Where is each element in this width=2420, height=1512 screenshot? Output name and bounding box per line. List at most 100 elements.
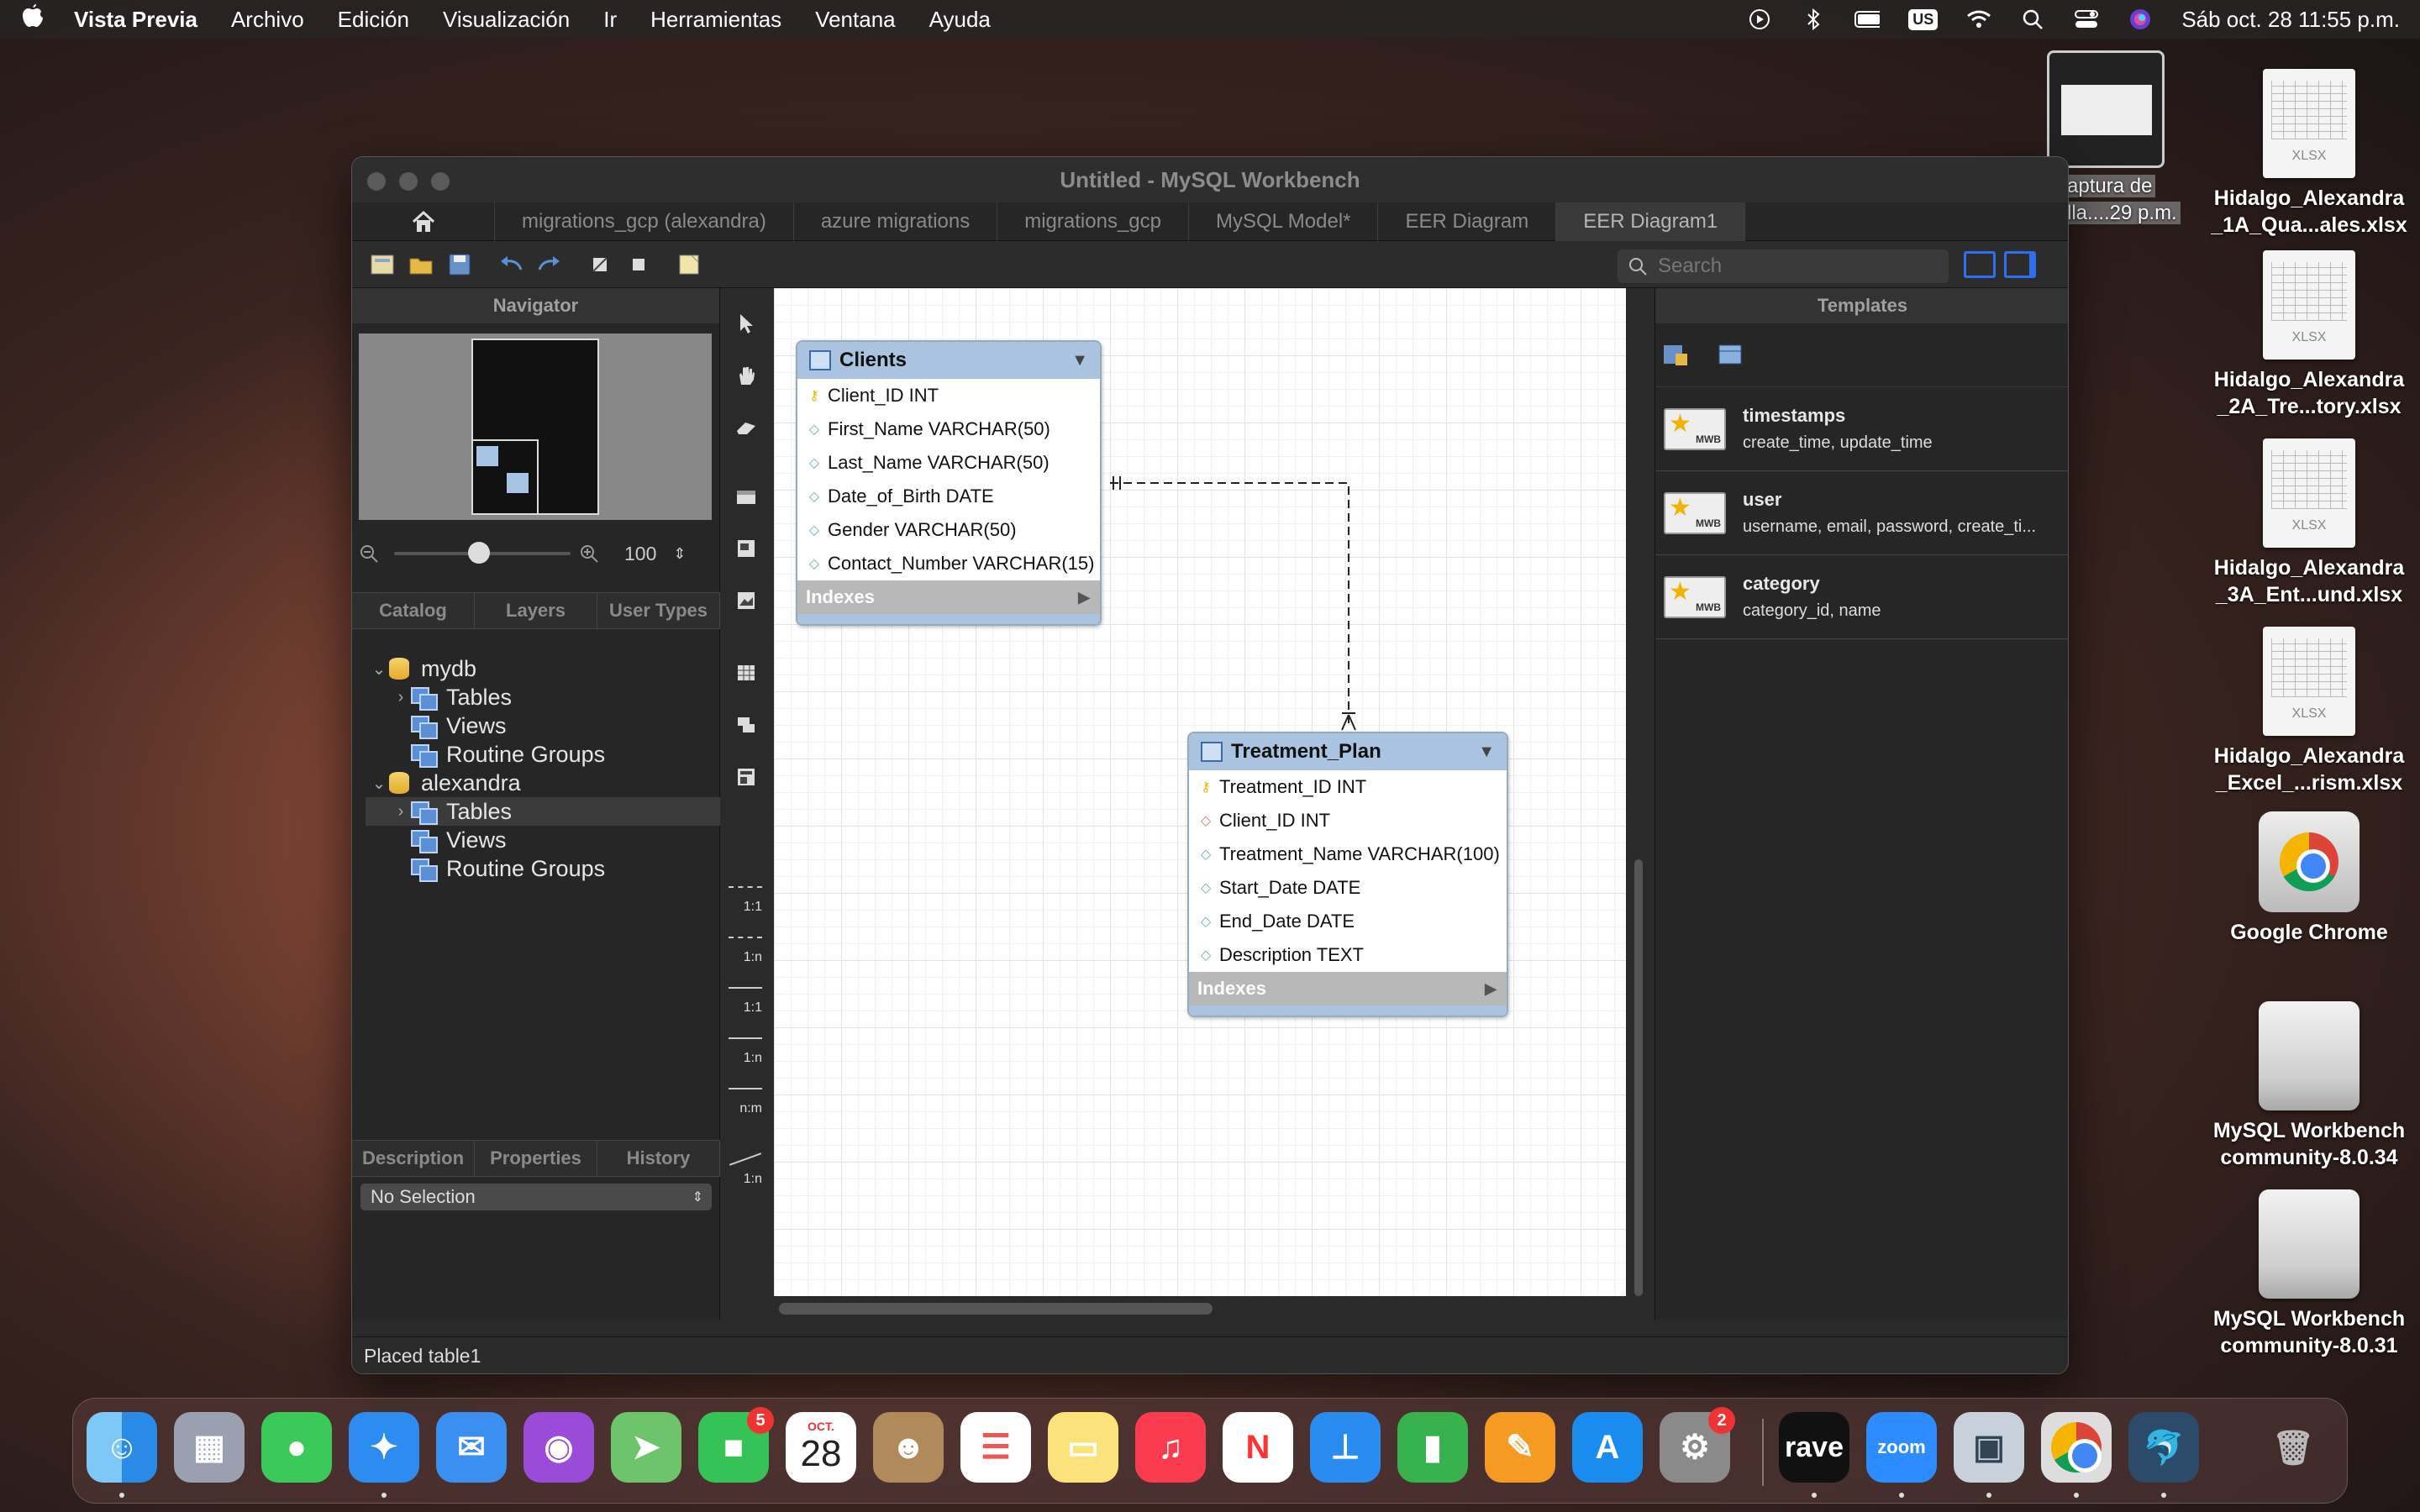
- horizontal-scrollbar[interactable]: [779, 1303, 1213, 1315]
- tab-description[interactable]: Description: [352, 1141, 475, 1176]
- desktop-drive-workbench-8031[interactable]: MySQL Workbench community-8.0.31: [2208, 1189, 2410, 1359]
- column-row[interactable]: ⚷ Client_ID INT: [797, 379, 1100, 412]
- home-tab[interactable]: [352, 202, 495, 241]
- app-store-icon[interactable]: A: [1572, 1412, 1643, 1483]
- menu-visualizacion[interactable]: Visualización: [443, 7, 570, 33]
- safari-icon[interactable]: ✦: [349, 1412, 419, 1483]
- hand-tool-icon[interactable]: [730, 360, 762, 391]
- tree-item-mydb-views[interactable]: Views: [352, 711, 720, 740]
- column-row[interactable]: ◇ Last_Name VARCHAR(50): [797, 446, 1100, 480]
- relationship-n-m-icon[interactable]: n:m: [725, 1078, 767, 1118]
- desktop-file-xlsx-2[interactable]: XLSX Hidalgo_Alexandra _2A_Tre...tory.xl…: [2208, 250, 2410, 420]
- finder-icon[interactable]: ☺: [87, 1412, 157, 1483]
- tab-history[interactable]: History: [597, 1141, 720, 1176]
- launchpad-icon[interactable]: ▦: [174, 1412, 245, 1483]
- battery-icon[interactable]: [1854, 8, 1881, 30]
- tab-azure-migrations[interactable]: azure migrations: [794, 202, 998, 241]
- chevron-down-icon[interactable]: ⌄: [369, 773, 389, 794]
- toggle-page-icon[interactable]: [675, 251, 703, 278]
- desktop-file-xlsx-3[interactable]: XLSX Hidalgo_Alexandra _3A_Ent...und.xls…: [2208, 438, 2410, 608]
- navigator-minimap[interactable]: [359, 333, 712, 520]
- toggle-grid-icon[interactable]: [586, 251, 614, 278]
- tab-catalog[interactable]: Catalog: [352, 593, 475, 628]
- entity-treatment-plan[interactable]: Treatment_Plan ▼ ⚷ Treatment_ID INT ◇ Clie…: [1187, 732, 1508, 1017]
- siri-icon[interactable]: [2128, 8, 2153, 30]
- zoom-in-icon[interactable]: [579, 543, 599, 564]
- column-row[interactable]: ◇ End_Date DATE: [1189, 905, 1507, 938]
- play-circle-icon[interactable]: [1747, 8, 1772, 30]
- navigator-viewport[interactable]: [471, 439, 539, 515]
- indexes-section[interactable]: Indexes ▶: [797, 580, 1100, 614]
- tab-eer-diagram[interactable]: EER Diagram: [1378, 202, 1557, 241]
- template-category[interactable]: ★ MWB category category_id, name: [1655, 555, 2068, 639]
- template-user[interactable]: ★ MWB user username, email, password, cre…: [1655, 471, 2068, 555]
- relationship-1-1-non-identifying-icon[interactable]: 1:1: [725, 876, 767, 916]
- image-tool-icon[interactable]: [730, 585, 762, 616]
- chevron-right-icon[interactable]: ›: [391, 688, 411, 707]
- note-tool-icon[interactable]: [730, 533, 762, 564]
- apple-menu-icon[interactable]: [20, 3, 45, 35]
- zoom-window-button[interactable]: [431, 172, 450, 191]
- tab-mysql-model[interactable]: MySQL Model*: [1189, 202, 1379, 241]
- chevron-down-icon[interactable]: ⌄: [369, 659, 389, 680]
- template-timestamps[interactable]: ★ MWB timestamps create_time, update_time: [1655, 387, 2068, 471]
- tab-migrations-gcp-alexandra[interactable]: migrations_gcp (alexandra): [495, 202, 794, 241]
- control-center-icon[interactable]: [2074, 8, 2099, 30]
- edit-templates-icon[interactable]: [1716, 340, 1744, 369]
- align-grid-icon[interactable]: [624, 251, 653, 278]
- spotlight-search-icon[interactable]: [2020, 8, 2045, 30]
- column-row[interactable]: ◇ First_Name VARCHAR(50): [797, 412, 1100, 446]
- pages-icon[interactable]: ✎: [1485, 1412, 1555, 1483]
- column-row[interactable]: ◇ Start_Date DATE: [1189, 871, 1507, 905]
- toggle-sidebar-icon[interactable]: [1964, 251, 1996, 278]
- tree-item-alexandra[interactable]: ⌄ alexandra: [352, 769, 720, 797]
- indexes-section[interactable]: Indexes ▶: [1189, 972, 1507, 1005]
- tab-properties[interactable]: Properties: [475, 1141, 597, 1176]
- desktop-google-chrome[interactable]: Google Chrome: [2208, 811, 2410, 946]
- object-selector[interactable]: No Selection ⇕: [360, 1184, 712, 1210]
- wifi-icon[interactable]: [1966, 8, 1991, 30]
- new-routine-group-tool-icon[interactable]: [730, 762, 762, 792]
- redo-icon[interactable]: [535, 251, 564, 278]
- search-input[interactable]: [1658, 255, 1927, 278]
- contacts-icon[interactable]: ☻: [873, 1412, 944, 1483]
- apply-template-icon[interactable]: [1662, 340, 1691, 369]
- collapse-triangle-icon[interactable]: ▼: [1478, 743, 1495, 762]
- relationship-1-n-identifying-icon[interactable]: 1:n: [725, 1027, 767, 1068]
- chrome-dock-icon[interactable]: [2041, 1412, 2112, 1483]
- relationship-1-n-non-identifying-icon[interactable]: 1:n: [725, 927, 767, 967]
- title-bar[interactable]: Untitled - MySQL Workbench: [352, 157, 2068, 202]
- vertical-scrollbar[interactable]: [1634, 859, 1643, 1296]
- facetime-icon[interactable]: ■ 5: [698, 1407, 774, 1483]
- system-settings-icon[interactable]: ⚙ 2: [1660, 1407, 1735, 1483]
- column-row[interactable]: ⚷ Treatment_ID INT: [1189, 770, 1507, 804]
- column-row[interactable]: ◇ Contact_Number VARCHAR(15): [797, 547, 1100, 580]
- trash-icon[interactable]: 🗑: [2258, 1412, 2328, 1483]
- reminders-icon[interactable]: ☰: [960, 1412, 1031, 1483]
- keyboard-layout-badge[interactable]: US: [1908, 8, 1939, 30]
- music-icon[interactable]: ♫: [1135, 1412, 1206, 1483]
- chevron-right-icon[interactable]: ›: [391, 802, 411, 822]
- menu-ventana[interactable]: Ventana: [815, 7, 895, 33]
- mail-icon[interactable]: ✉: [436, 1412, 507, 1483]
- desktop-file-xlsx-1[interactable]: XLSX Hidalgo_Alexandra _1A_Qua...ales.xl…: [2208, 69, 2410, 239]
- tree-item-alexandra-tables[interactable]: › Tables: [366, 797, 720, 826]
- menu-ir[interactable]: Ir: [603, 7, 617, 33]
- tree-item-alexandra-views[interactable]: Views: [352, 826, 720, 854]
- podcasts-icon[interactable]: ◉: [523, 1412, 594, 1483]
- new-view-tool-icon[interactable]: [730, 710, 762, 740]
- relationship-existing-columns-icon[interactable]: 1:n: [725, 1148, 767, 1189]
- column-row[interactable]: ◇ Client_ID INT: [1189, 804, 1507, 837]
- rave-app-icon[interactable]: rave: [1779, 1412, 1849, 1483]
- eraser-tool-icon[interactable]: [730, 412, 762, 443]
- screenshot-thumbnail[interactable]: [2047, 50, 2165, 168]
- tab-user-types[interactable]: User Types: [597, 593, 720, 628]
- tree-item-mydb-tables[interactable]: › Tables: [352, 683, 720, 711]
- entity-clients[interactable]: Clients ▼ ⚷ Client_ID INT ◇ First_Name VAR…: [796, 340, 1102, 626]
- tab-eer-diagram1[interactable]: EER Diagram1: [1556, 202, 1746, 241]
- menu-edicion[interactable]: Edición: [338, 7, 409, 33]
- toggle-secondary-sidebar-icon[interactable]: [2004, 251, 2036, 278]
- new-table-tool-icon[interactable]: [730, 658, 762, 688]
- save-model-icon[interactable]: [446, 251, 475, 278]
- expand-triangle-icon[interactable]: ▶: [1078, 589, 1090, 606]
